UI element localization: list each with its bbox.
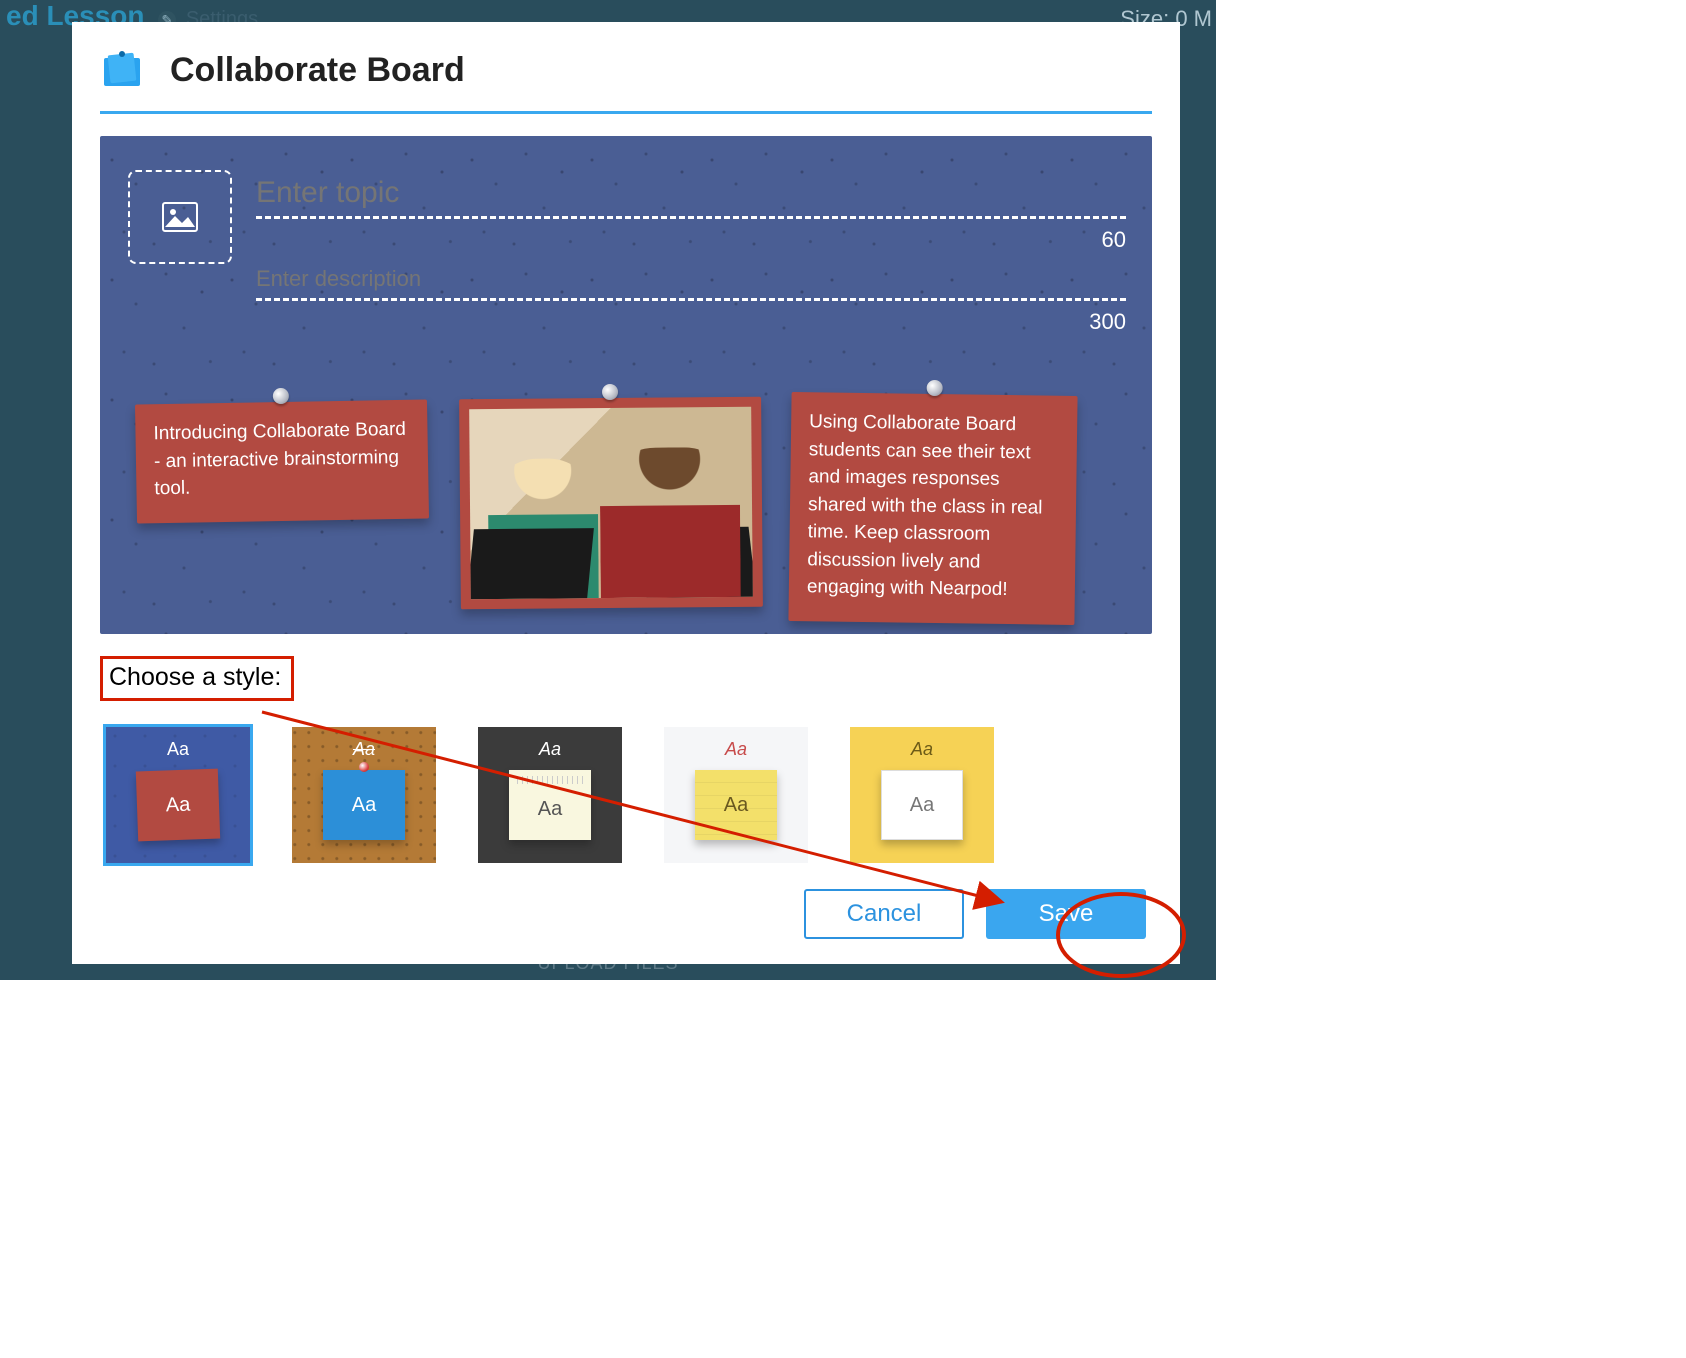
- board-preview: 60 300 Introducing Collaborate Board - a…: [100, 136, 1152, 634]
- style-note-sample: Aa: [881, 770, 963, 840]
- style-note-sample: Aa: [509, 770, 591, 840]
- topic-field-row: 60: [256, 176, 1126, 219]
- style-note-sample: Aa: [136, 769, 220, 842]
- pin-icon: [273, 388, 289, 404]
- cancel-button[interactable]: Cancel: [804, 889, 964, 939]
- description-char-limit: 300: [1089, 309, 1126, 335]
- modal-footer: Cancel Save: [100, 889, 1152, 939]
- sample-note-3-text: Using Collaborate Board students can see…: [807, 411, 1043, 600]
- pin-icon: [927, 380, 943, 396]
- style-bg-sample: Aa: [167, 739, 189, 760]
- style-bg-sample: Aa: [725, 739, 747, 760]
- save-button[interactable]: Save: [986, 889, 1146, 939]
- image-dropzone[interactable]: [128, 170, 232, 264]
- pin-icon: [359, 762, 369, 772]
- style-option-2[interactable]: Aa Aa: [292, 727, 436, 863]
- description-field-row: 300: [256, 266, 1126, 301]
- style-option-4[interactable]: Aa Aa: [664, 727, 808, 863]
- style-option-1[interactable]: Aa Aa: [106, 727, 250, 863]
- sample-note-2-image: [459, 397, 763, 610]
- style-option-3[interactable]: Aa Aa: [478, 727, 622, 863]
- style-bg-sample: Aa: [911, 739, 933, 760]
- style-note-sample: Aa: [695, 770, 777, 840]
- style-note-sample: Aa: [323, 770, 405, 840]
- collaborate-board-icon: [100, 46, 144, 95]
- topic-input[interactable]: [256, 176, 1126, 219]
- sample-note-1: Introducing Collaborate Board - an inter…: [135, 399, 429, 523]
- modal-title: Collaborate Board: [170, 51, 465, 90]
- sample-note-3: Using Collaborate Board students can see…: [788, 392, 1077, 625]
- choose-style-section: Choose a style:: [100, 656, 1152, 701]
- image-icon: [162, 202, 198, 232]
- style-option-5[interactable]: Aa Aa: [850, 727, 994, 863]
- modal-header: Collaborate Board: [100, 46, 1152, 114]
- description-input[interactable]: [256, 266, 1126, 301]
- sample-note-1-text: Introducing Collaborate Board - an inter…: [153, 419, 406, 499]
- students-photo: [469, 407, 753, 599]
- style-bg-sample: Aa: [353, 739, 375, 760]
- topic-char-limit: 60: [1102, 227, 1126, 253]
- pin-icon: [602, 384, 618, 400]
- choose-style-label: Choose a style:: [100, 656, 294, 701]
- collaborate-board-modal: Collaborate Board 60 300 Introducing Col…: [72, 22, 1180, 964]
- style-bg-sample: Aa: [539, 739, 561, 760]
- style-options-row: Aa Aa Aa Aa Aa Aa Aa Aa Aa: [100, 727, 1152, 863]
